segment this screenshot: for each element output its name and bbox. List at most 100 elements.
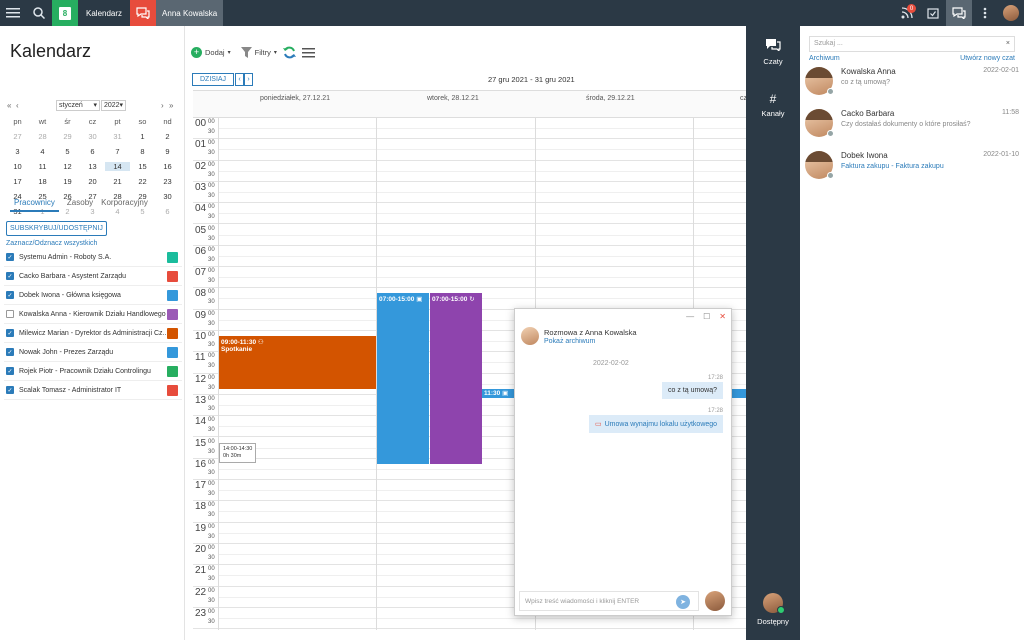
employee-color-swatch[interactable] <box>167 270 178 282</box>
hour-row[interactable]: 04 00 30 <box>193 203 746 225</box>
calendar-day[interactable]: 31 <box>105 132 130 141</box>
calendar-day[interactable]: 16 <box>155 162 180 171</box>
employee-checkbox[interactable]: ✓ <box>6 367 14 375</box>
next-week-icon[interactable]: › <box>244 73 254 86</box>
employee-color-swatch[interactable] <box>167 251 178 263</box>
calendar-day[interactable]: 19 <box>55 177 80 186</box>
calendar-day[interactable]: 29 <box>55 132 80 141</box>
tab-employees[interactable]: Pracownicy <box>10 198 59 212</box>
add-button[interactable]: + Dodaj ▾ <box>191 47 231 58</box>
tab-corporate[interactable]: Korporacyjny <box>101 198 148 212</box>
event-purple-allday[interactable]: 07:00-15:00 ↻ <box>430 293 482 464</box>
hour-row[interactable]: 06 00 30 <box>193 246 746 268</box>
calendar-day[interactable]: 18 <box>30 177 55 186</box>
employee-item[interactable]: ✓ Nowak John - Prezes Zarządu <box>4 343 182 362</box>
calendar-day[interactable]: 9 <box>155 147 180 156</box>
calendar-day[interactable]: 28 <box>30 132 55 141</box>
chat-app-icon[interactable] <box>130 0 157 26</box>
prev-week-icon[interactable]: ‹ <box>235 73 245 86</box>
calendar-day[interactable]: 11 <box>30 162 55 171</box>
employee-checkbox[interactable]: ✓ <box>6 348 14 356</box>
employee-checkbox[interactable]: ✓ <box>6 291 14 299</box>
hour-row[interactable]: 03 00 30 <box>193 182 746 204</box>
subscribe-share-button[interactable]: SUBSKRYBUJ/UDOSTĘPNIJ <box>6 221 107 236</box>
next-year-icon[interactable]: » <box>169 101 173 110</box>
nav-channels[interactable]: # Kanały <box>746 92 800 118</box>
employee-item[interactable]: Kowalska Anna - Kierownik Działu Handlow… <box>4 305 182 324</box>
calendar-day[interactable]: 21 <box>105 177 130 186</box>
calendar-day[interactable]: 17 <box>5 177 30 186</box>
employee-item[interactable]: ✓ Systemu Admin - Roboty S.A. <box>4 248 182 267</box>
employee-item[interactable]: ✓ Dobek Iwona - Główna księgowa <box>4 286 182 305</box>
employee-color-swatch[interactable] <box>167 327 178 339</box>
employee-color-swatch[interactable] <box>167 289 178 301</box>
new-chat-link[interactable]: Utwórz nowy czat <box>960 55 1015 62</box>
nav-chats[interactable]: Czaty <box>746 38 800 66</box>
employee-item[interactable]: ✓ Scalak Tomasz - Administrator IT <box>4 381 182 400</box>
calendar-day[interactable]: 12 <box>55 162 80 171</box>
calendar-day[interactable]: 4 <box>30 147 55 156</box>
minimize-icon[interactable]: — <box>686 312 694 321</box>
calendar-day[interactable]: 1 <box>130 132 155 141</box>
hour-row[interactable]: 07 00 30 <box>193 267 746 289</box>
prev-month-icon[interactable]: ‹ <box>16 101 19 110</box>
today-button[interactable]: DZISIAJ <box>192 73 235 86</box>
hour-row[interactable]: 00 00 30 <box>193 118 746 140</box>
calendar-day[interactable]: 10 <box>5 162 30 171</box>
chat-bubbles-icon[interactable] <box>946 0 972 26</box>
tab-resources[interactable]: Zasoby <box>67 198 93 212</box>
archive-link[interactable]: Archiwum <box>809 55 840 62</box>
employee-checkbox[interactable]: ✓ <box>6 272 14 280</box>
search-icon[interactable] <box>26 0 52 26</box>
attachment-bubble[interactable]: ▭ Umowa wynajmu lokalu użytkowego <box>589 415 724 433</box>
employee-checkbox[interactable] <box>6 310 14 318</box>
send-icon[interactable]: ➤ <box>676 595 690 609</box>
calendar-day[interactable]: 8 <box>130 147 155 156</box>
rss-notifications-icon[interactable]: 0 <box>894 0 920 26</box>
user-avatar[interactable] <box>998 0 1024 26</box>
calendar-day[interactable]: 15 <box>130 162 155 171</box>
tab-chat-anna-kowalska[interactable]: Anna Kowalska <box>156 0 224 26</box>
employee-item[interactable]: ✓ Milewicz Marian - Dyrektor ds Administr… <box>4 324 182 343</box>
filter-button[interactable]: Filtry ▾ <box>240 47 277 58</box>
employee-checkbox[interactable]: ✓ <box>6 253 14 261</box>
employee-color-swatch[interactable] <box>167 384 178 396</box>
calendar-day[interactable]: 13 <box>80 162 105 171</box>
tab-calendar[interactable]: Kalendarz <box>78 0 130 26</box>
hour-row[interactable]: 01 00 30 <box>193 139 746 161</box>
message-input[interactable]: Wpisz treść wiadomości i kliknij ENTER <box>519 591 699 611</box>
calendar-day[interactable]: 20 <box>80 177 105 186</box>
calendar-day[interactable]: 27 <box>5 132 30 141</box>
employee-color-swatch[interactable] <box>167 346 178 358</box>
calendar-day[interactable]: 14 <box>105 162 130 171</box>
calendar-day[interactable]: 5 <box>55 147 80 156</box>
conversation-item[interactable]: Cacko Barbara Czy dostałaś dokumenty o kt… <box>800 106 1024 146</box>
calendar-day[interactable]: 30 <box>80 132 105 141</box>
nav-user-status[interactable]: Dostępny <box>746 593 800 626</box>
year-select[interactable]: 2022 ▾ <box>101 100 126 111</box>
month-select[interactable]: styczeń ▾ <box>56 100 100 111</box>
calendar-day[interactable]: 3 <box>5 147 30 156</box>
hour-row[interactable]: 02 00 30 <box>193 161 746 182</box>
employee-color-swatch[interactable] <box>167 308 178 320</box>
next-month-icon[interactable]: › <box>161 101 164 110</box>
close-icon[interactable]: ✕ <box>719 312 726 321</box>
list-view-icon[interactable] <box>301 47 315 58</box>
chat-search-input[interactable]: Szukaj ... × <box>809 36 1015 52</box>
more-vertical-icon[interactable] <box>972 0 998 26</box>
show-archive-link[interactable]: Pokaż archiwum <box>544 338 595 345</box>
maximize-icon[interactable]: ☐ <box>703 312 710 321</box>
event-meeting[interactable]: 09:00-11:30 ⚇ Spotkanie <box>219 336 376 389</box>
hamburger-menu-icon[interactable] <box>0 0 26 26</box>
employee-color-swatch[interactable] <box>167 365 178 377</box>
calendar-day[interactable]: 23 <box>155 177 180 186</box>
calendar-day[interactable]: 7 <box>105 147 130 156</box>
tasks-calendar-check-icon[interactable] <box>920 0 946 26</box>
event-blue-allday[interactable]: 07:00-15:00 ▣ <box>377 293 429 464</box>
employee-item[interactable]: ✓ Cacko Barbara - Asystent Zarządu <box>4 267 182 286</box>
employee-checkbox[interactable]: ✓ <box>6 386 14 394</box>
calendar-day[interactable]: 22 <box>130 177 155 186</box>
conversation-item[interactable]: Dobek Iwona Faktura zakupu - Faktura zaku… <box>800 148 1024 188</box>
calendar-day[interactable]: 6 <box>155 207 180 216</box>
refresh-icon[interactable] <box>282 46 296 59</box>
